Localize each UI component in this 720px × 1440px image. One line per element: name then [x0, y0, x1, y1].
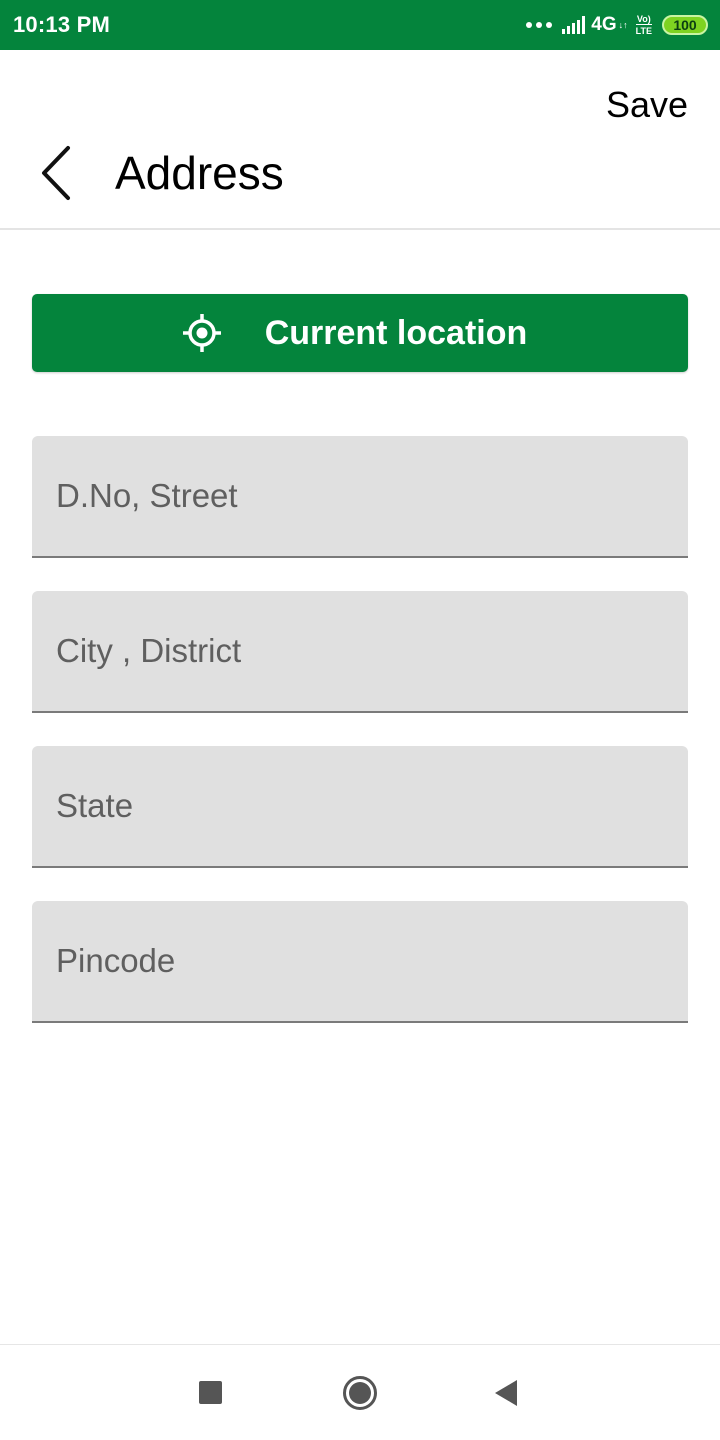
current-location-button[interactable]: Current location	[32, 294, 688, 372]
city-district-input[interactable]	[32, 591, 688, 711]
system-back-button[interactable]	[494, 1379, 518, 1407]
app-header: Save Address	[0, 50, 720, 230]
status-bar: 10:13 PM 4G ↓↑ Vo) LTE 100	[0, 0, 720, 50]
street-input[interactable]	[32, 436, 688, 556]
current-location-label: Current location	[264, 313, 528, 352]
system-nav-bar	[0, 1345, 720, 1440]
chevron-left-icon	[42, 146, 70, 200]
back-button[interactable]	[36, 142, 80, 206]
pincode-field[interactable]	[32, 901, 688, 1023]
page-title: Address	[115, 147, 284, 199]
battery-level: 100	[673, 17, 697, 33]
lte-label: LTE	[635, 24, 652, 36]
pincode-input[interactable]	[32, 901, 688, 1021]
volte-label: Vo)	[636, 14, 651, 24]
circle-icon	[343, 1376, 377, 1410]
triangle-left-icon	[495, 1380, 517, 1406]
header-divider	[0, 228, 720, 230]
city-district-field[interactable]	[32, 591, 688, 713]
volte-icon: Vo) LTE	[635, 14, 652, 36]
data-activity-icon: ↓↑	[618, 19, 628, 30]
signal-strength-icon	[562, 16, 586, 34]
home-button[interactable]	[342, 1375, 378, 1411]
recent-apps-button[interactable]	[199, 1381, 222, 1404]
state-input[interactable]	[32, 746, 688, 866]
more-notifications-icon	[526, 22, 553, 28]
gps-target-icon	[182, 314, 221, 352]
save-button[interactable]: Save	[606, 84, 688, 126]
network-type-label: 4G	[591, 14, 617, 35]
status-indicators: 4G ↓↑ Vo) LTE 100	[526, 14, 708, 36]
network-type: 4G ↓↑	[591, 14, 627, 36]
battery-icon: 100	[662, 15, 708, 35]
state-field[interactable]	[32, 746, 688, 868]
status-time: 10:13 PM	[13, 12, 110, 37]
address-screen: 10:13 PM 4G ↓↑ Vo) LTE 100 Save Address …	[0, 0, 720, 1440]
street-field[interactable]	[32, 436, 688, 558]
